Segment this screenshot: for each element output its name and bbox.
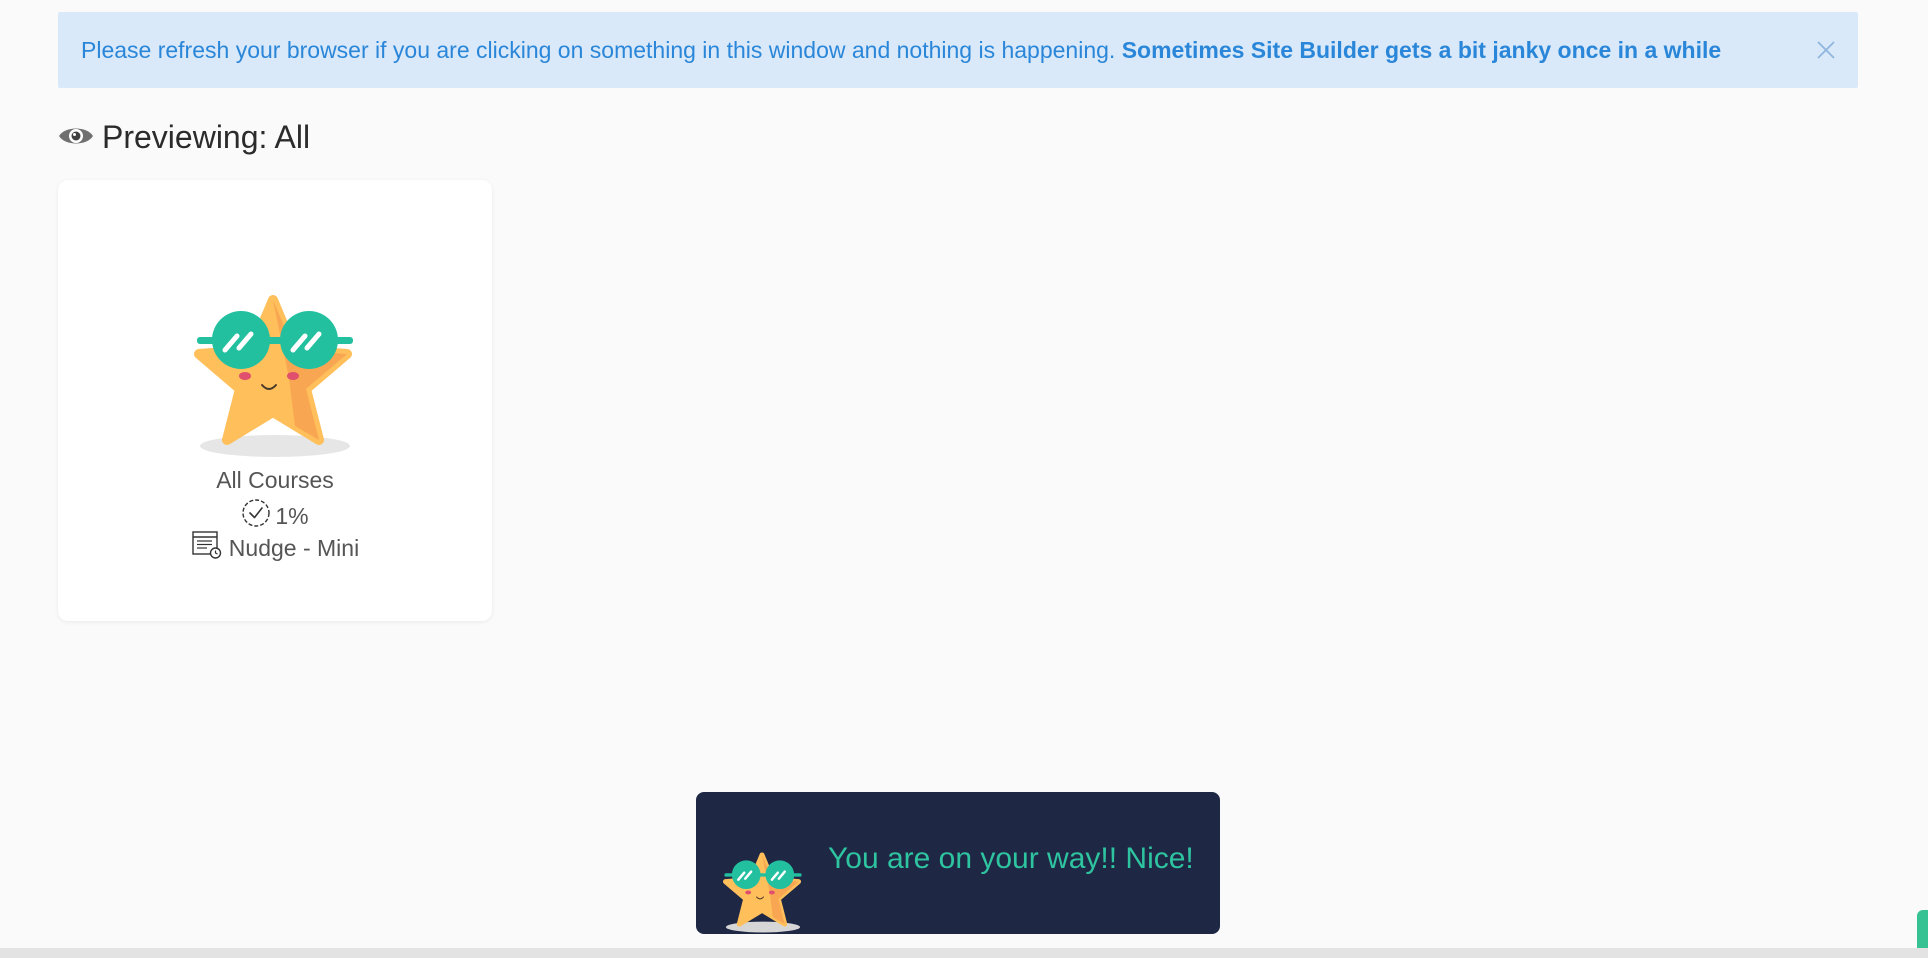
toast-message: You are on your way!! Nice!	[828, 842, 1194, 875]
course-program: Nudge - Mini	[58, 530, 492, 566]
alert-emphasis: Sometimes Site Builder gets a bit janky …	[1121, 36, 1722, 63]
check-circle-icon	[241, 498, 271, 534]
preview-page: Please refresh your browser if you are c…	[0, 0, 1928, 958]
program-name: Nudge - Mini	[228, 534, 360, 561]
preview-heading: Previewing: All	[58, 112, 310, 162]
bottom-scrollbar[interactable]	[0, 948, 1928, 958]
course-progress: 1%	[58, 498, 492, 534]
program-list-icon	[191, 530, 223, 566]
alert-text: Please refresh your browser if you are c…	[81, 37, 1721, 64]
close-icon[interactable]	[1814, 38, 1838, 62]
alert-message: Please refresh your browser if you are c…	[81, 36, 1116, 63]
preview-label: Previewing: All	[102, 118, 311, 155]
encouragement-toast: You are on your way!! Nice!	[696, 792, 1220, 934]
star-mascot-image	[722, 850, 804, 934]
star-mascot-image	[193, 290, 357, 460]
side-widget-tab[interactable]	[1917, 910, 1928, 948]
refresh-alert: Please refresh your browser if you are c…	[58, 12, 1858, 88]
course-title: All Courses	[216, 467, 334, 493]
progress-value: 1%	[275, 502, 309, 529]
course-card[interactable]: All Courses 1% Nudge - Mini	[58, 180, 492, 621]
eye-icon	[58, 119, 94, 156]
